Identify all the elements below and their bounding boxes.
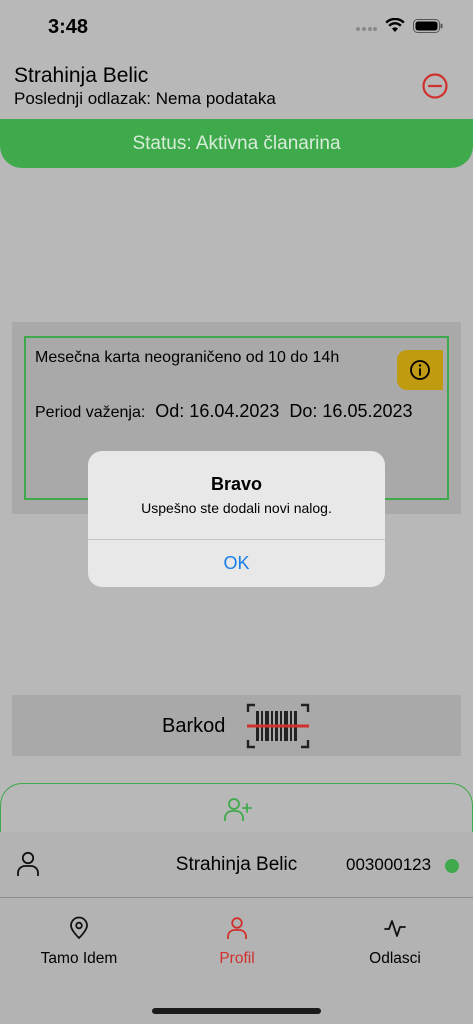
barcode-button[interactable]: Barkod: [12, 695, 461, 756]
barcode-label: Barkod: [162, 715, 226, 737]
status-time: 3:48: [48, 16, 89, 38]
period-label: Period važenja:: [35, 404, 146, 421]
membership-status-banner: Status: Aktivna članarina: [0, 119, 473, 168]
alert-message: Uspešno ste dodali novi nalog.: [141, 500, 332, 516]
info-button[interactable]: [397, 350, 443, 390]
minus-circle-icon[interactable]: [421, 72, 449, 100]
add-user-icon[interactable]: [223, 796, 253, 824]
validity-period: Period važenja: Od: 16.04.2023 Do: 16.05…: [35, 401, 413, 422]
period-from: Od: 16.04.2023: [155, 401, 280, 421]
person-icon: [227, 917, 247, 939]
tab-label-tamo-idem: Tamo Idem: [40, 950, 118, 967]
online-status-dot: [445, 859, 459, 873]
wifi-icon: [385, 18, 405, 32]
status-bar: 3:48: [0, 0, 473, 56]
map-pin-icon: [70, 916, 88, 940]
tab-profil[interactable]: Profil: [158, 898, 316, 988]
tab-bar: Tamo Idem Profil Odlasci: [0, 897, 473, 1024]
plan-name: Mesečna karta neograničeno od 10 do 14h: [35, 349, 340, 366]
account-id: 003000123: [346, 855, 432, 874]
battery-icon: [413, 18, 443, 33]
barcode-scan-icon: [246, 703, 310, 749]
account-panel: Strahinja Belic 003000123: [0, 783, 473, 898]
home-indicator: [152, 1008, 321, 1014]
tab-odlasci[interactable]: Odlasci: [316, 898, 473, 988]
activity-icon: [384, 920, 406, 937]
info-icon: [410, 360, 430, 380]
account-row[interactable]: Strahinja Belic 003000123: [0, 832, 473, 898]
signal-icon: [356, 26, 377, 31]
status-icons: [355, 18, 443, 33]
period-to: Do: 16.05.2023: [289, 401, 413, 421]
profile-header: Strahinja Belic Poslednji odlazak: Nema …: [0, 56, 473, 118]
alert-ok-button[interactable]: OK: [88, 540, 385, 587]
membership-status-text: Status: Aktivna članarina: [132, 132, 341, 154]
success-alert-dialog: Bravo Uspešno ste dodali novi nalog. OK: [88, 451, 385, 587]
tab-label-profil: Profil: [219, 950, 255, 967]
tab-label-odlasci: Odlasci: [369, 950, 421, 967]
alert-title: Bravo: [210, 474, 263, 494]
tab-tamo-idem[interactable]: Tamo Idem: [0, 898, 158, 988]
last-visit-text: Poslednji odlazak: Nema podataka: [14, 89, 276, 108]
header-user-name: Strahinja Belic: [14, 64, 149, 87]
